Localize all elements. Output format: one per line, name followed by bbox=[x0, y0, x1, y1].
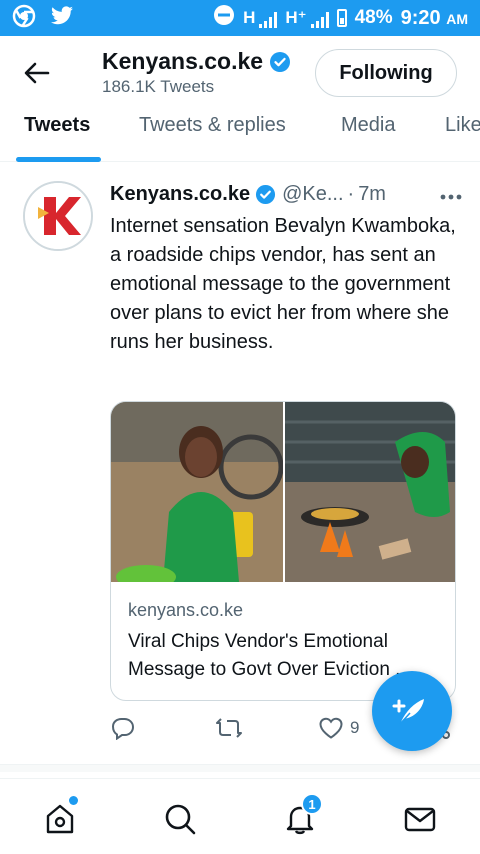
feed-divider bbox=[0, 764, 480, 772]
following-button[interactable]: Following bbox=[315, 49, 457, 97]
network-indicator-2: H⁺ bbox=[285, 8, 329, 28]
profile-title-block: Kenyans.co.ke 186.1K Tweets bbox=[102, 48, 291, 97]
profile-name: Kenyans.co.ke bbox=[102, 48, 264, 74]
verified-badge-icon bbox=[256, 184, 276, 205]
tweet-separator: · bbox=[347, 183, 355, 205]
network-type-label: H bbox=[243, 8, 256, 27]
profile-name-row: Kenyans.co.ke bbox=[102, 48, 291, 75]
tab-tweets-replies[interactable]: Tweets & replies bbox=[139, 114, 286, 137]
avatar[interactable] bbox=[23, 181, 93, 251]
verified-badge-icon bbox=[270, 51, 291, 72]
nav-messages[interactable] bbox=[400, 799, 440, 839]
nav-notifications[interactable]: 1 bbox=[280, 793, 323, 839]
battery-icon bbox=[336, 9, 347, 27]
like-button[interactable]: 9 bbox=[318, 716, 359, 740]
clock: 9:20 AM bbox=[401, 7, 468, 30]
tweet-text: Internet sensation Bevalyn Kwamboka, a r… bbox=[110, 215, 456, 353]
bottom-navigation: 1 bbox=[0, 778, 480, 854]
home-icon bbox=[46, 804, 74, 834]
tweet-count: 186.1K Tweets bbox=[102, 77, 215, 96]
status-bar: H H⁺ 48% 9:20 AM bbox=[0, 0, 480, 36]
home-new-dot bbox=[69, 796, 78, 805]
cooking-photo-right bbox=[285, 402, 455, 582]
active-tab-indicator bbox=[16, 157, 101, 162]
data-saver-icon bbox=[213, 4, 235, 32]
network-indicator-1: H bbox=[243, 8, 278, 28]
notification-badge: 1 bbox=[301, 793, 323, 815]
link-preview-card[interactable]: kenyans.co.ke Viral Chips Vendor's Emoti… bbox=[110, 401, 456, 701]
profile-header: Kenyans.co.ke 186.1K Tweets Following bbox=[0, 36, 480, 110]
tab-media[interactable]: Media bbox=[341, 114, 395, 137]
kenyans-logo-icon bbox=[25, 183, 91, 249]
like-count: 9 bbox=[350, 718, 360, 737]
tab-likes[interactable]: Like bbox=[445, 114, 480, 137]
search-icon bbox=[165, 804, 196, 835]
card-domain: kenyans.co.ke bbox=[128, 600, 244, 620]
battery-percent: 48% bbox=[354, 7, 393, 28]
more-options-icon[interactable] bbox=[440, 183, 462, 206]
retweet-button[interactable] bbox=[215, 716, 243, 740]
back-button[interactable] bbox=[22, 58, 52, 88]
reply-icon bbox=[111, 718, 135, 740]
card-image bbox=[111, 402, 455, 582]
retweet-icon bbox=[216, 718, 242, 738]
tweet-handle[interactable]: @Ke... bbox=[282, 183, 343, 206]
tweet-header: Kenyans.co.ke @Ke... · 7m bbox=[110, 183, 462, 206]
signal-bars-icon-2 bbox=[310, 12, 329, 28]
chrome-icon bbox=[12, 4, 36, 33]
profile-tabs: Tweets Tweets & replies Media Like bbox=[0, 110, 480, 162]
nav-home[interactable] bbox=[40, 796, 80, 839]
nav-search[interactable] bbox=[160, 799, 200, 839]
arrow-left-icon bbox=[24, 62, 50, 84]
heart-icon bbox=[319, 717, 343, 739]
clock-suffix: AM bbox=[446, 10, 468, 27]
reply-button[interactable] bbox=[110, 716, 136, 740]
vendor-photo-left bbox=[111, 402, 283, 582]
tab-tweets[interactable]: Tweets bbox=[24, 114, 90, 137]
mail-icon bbox=[404, 807, 436, 832]
signal-bars-icon bbox=[259, 12, 278, 28]
twitter-bird-icon bbox=[50, 5, 74, 32]
tweet-author[interactable]: Kenyans.co.ke bbox=[110, 183, 250, 206]
network-type-label-2: H⁺ bbox=[285, 8, 307, 27]
tweet-timestamp[interactable]: 7m bbox=[358, 183, 386, 206]
compose-feather-icon bbox=[392, 699, 424, 725]
compose-tweet-button[interactable] bbox=[372, 671, 452, 751]
clock-time: 9:20 bbox=[400, 6, 441, 29]
